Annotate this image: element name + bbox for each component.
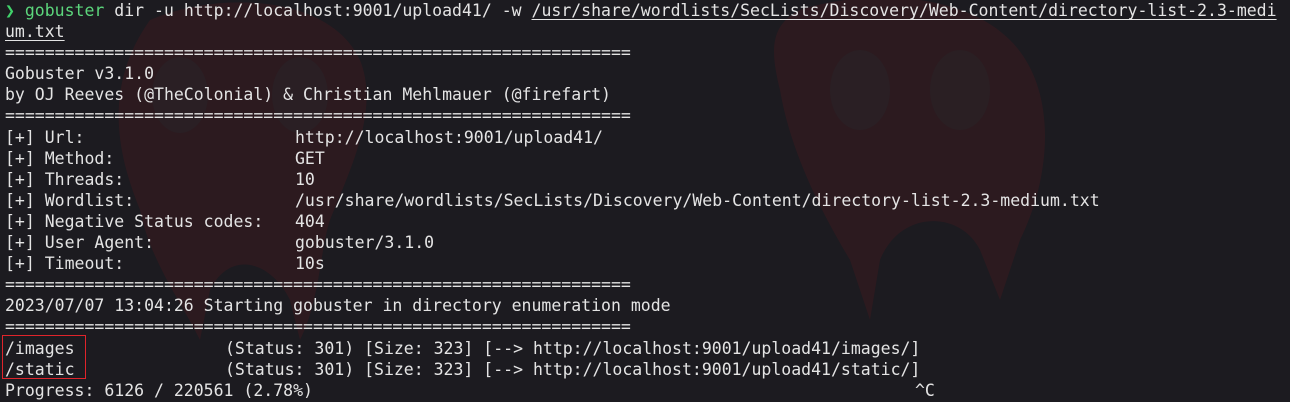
config-method: [+] Method: GET — [5, 148, 1285, 169]
progress-line: Progress: 6126 / 220561 (2.78%) ^C — [5, 380, 1285, 401]
config-label: [+] Negative Status codes: — [5, 211, 264, 231]
config-user-agent: [+] User Agent: gobuster/3.1.0 — [5, 232, 1285, 253]
config-label: [+] Wordlist: — [5, 190, 135, 210]
command-line-wrap: um.txt — [5, 21, 1285, 42]
separator: ========================================… — [5, 275, 631, 295]
result-detail: (Status: 301) [Size: 323] [--> http://lo… — [225, 338, 921, 358]
banner-version: Gobuster v3.1.0 — [5, 64, 155, 84]
config-value: /usr/share/wordlists/SecLists/Discovery/… — [295, 190, 1100, 210]
command-line: ❯ gobuster dir -u http://localhost:9001/… — [5, 0, 1285, 21]
config-value: GET — [295, 148, 325, 168]
terminal-window[interactable]: ❯ gobuster dir -u http://localhost:9001/… — [0, 0, 1290, 402]
config-value: http://localhost:9001/upload41/ — [295, 127, 603, 147]
config-wordlist: [+] Wordlist: /usr/share/wordlists/SecLis… — [5, 190, 1285, 211]
config-label: [+] User Agent: — [5, 233, 155, 253]
config-label: [+] Url: — [5, 127, 85, 147]
terminal-output: ❯ gobuster dir -u http://localhost:9001/… — [5, 0, 1285, 401]
command-name: gobuster — [24, 1, 105, 20]
config-value: 10 — [295, 169, 315, 189]
prompt-chevron-icon: ❯ — [5, 1, 15, 20]
interrupt-signal: ^C — [915, 380, 935, 400]
result-row: /static (Status: 301) [Size: 323] [--> ht… — [5, 359, 1285, 380]
result-path: /static — [5, 359, 75, 379]
config-threads: [+] Threads: 10 — [5, 169, 1285, 190]
config-label: [+] Timeout: — [5, 254, 125, 274]
separator: ========================================… — [5, 106, 631, 126]
result-path: /images — [5, 338, 75, 358]
separator: ========================================… — [5, 43, 631, 63]
banner-authors: by OJ Reeves (@TheColonial) & Christian … — [5, 85, 611, 105]
separator: ========================================… — [5, 317, 631, 337]
progress-text: Progress: 6126 / 220561 (2.78%) — [5, 380, 313, 400]
config-value: 404 — [295, 211, 325, 231]
config-negative-status: [+] Negative Status codes: 404 — [5, 211, 1285, 232]
config-url: [+] Url: http://localhost:9001/upload41/ — [5, 127, 1285, 148]
config-value: gobuster/3.1.0 — [295, 233, 435, 253]
result-row: /images (Status: 301) [Size: 323] [--> ht… — [5, 338, 1285, 359]
config-value: 10s — [295, 254, 325, 274]
config-label: [+] Method: — [5, 148, 115, 168]
wordlist-path-link-cont[interactable]: um.txt — [5, 22, 65, 41]
command-args: dir -u http://localhost:9001/upload41/ -… — [104, 1, 532, 20]
config-label: [+] Threads: — [5, 169, 125, 189]
result-detail: (Status: 301) [Size: 323] [--> http://lo… — [225, 359, 921, 379]
config-timeout: [+] Timeout: 10s — [5, 253, 1285, 274]
start-message: 2023/07/07 13:04:26 Starting gobuster in… — [5, 296, 671, 316]
wordlist-path-link[interactable]: /usr/share/wordlists/SecLists/Discovery/… — [532, 1, 1277, 20]
